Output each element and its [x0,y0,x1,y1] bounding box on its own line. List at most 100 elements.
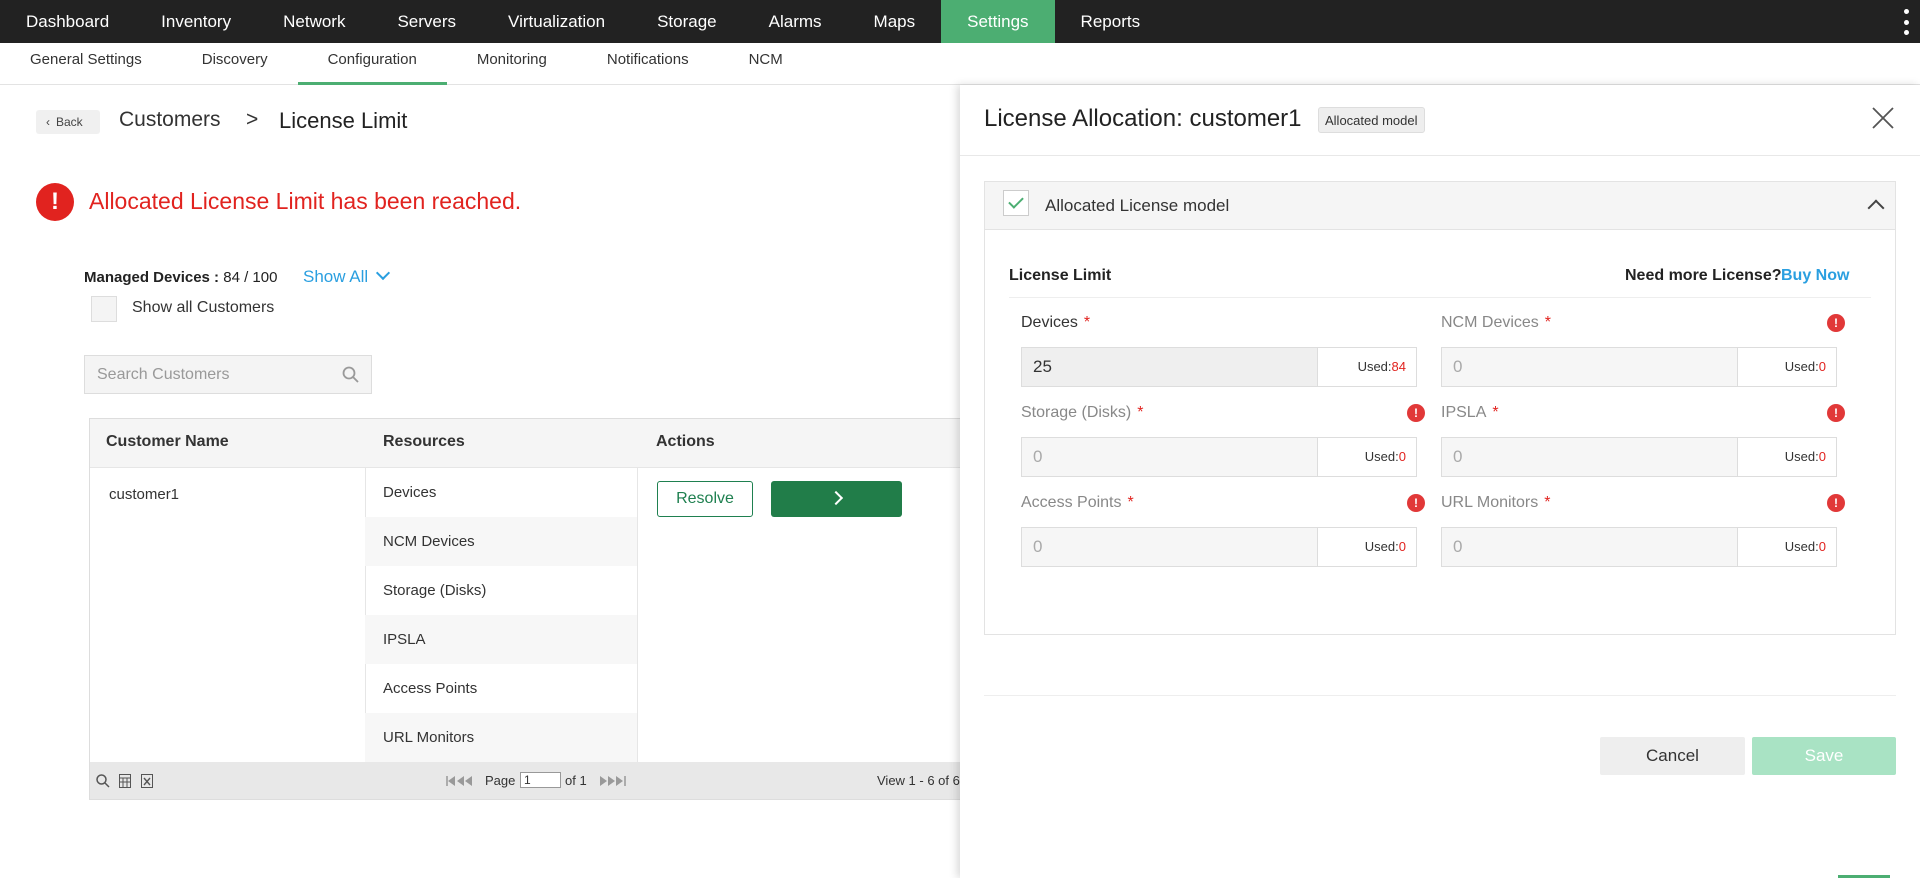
resource-row: NCM Devices [365,517,637,566]
table-pager: Page 1 of 1 View 1 - 6 of 6 [90,762,968,799]
nav-maps[interactable]: Maps [848,0,942,43]
error-icon: ! [1827,494,1845,512]
url-monitors-input[interactable]: 0 [1441,527,1738,567]
subnav-configuration[interactable]: Configuration [297,43,447,85]
alert-icon: ! [36,183,74,221]
subnav-discovery[interactable]: Discovery [172,43,298,85]
error-icon: ! [1407,494,1425,512]
col-actions: Actions [656,433,715,450]
nav-alarms[interactable]: Alarms [743,0,848,43]
ipsla-input[interactable]: 0 [1441,437,1738,477]
required-mark: * [1492,404,1499,421]
url-monitors-used: Used:0 [1738,527,1837,567]
export-excel-icon[interactable] [139,773,155,789]
search-icon[interactable] [95,773,111,789]
back-button[interactable]: ‹ Back [36,110,100,134]
more-menu-icon[interactable] [1904,9,1910,35]
view-range-label: View 1 - 6 of 6 [877,773,960,788]
chevron-right-icon [828,490,844,506]
nav-reports[interactable]: Reports [1055,0,1167,43]
url-monitors-label-text: URL Monitors [1441,494,1539,511]
breadcrumb-customers[interactable]: Customers [119,108,221,132]
required-mark: * [1137,404,1144,421]
access-points-input[interactable]: 0 [1021,527,1318,567]
resolve-button[interactable]: Resolve [657,481,753,517]
chevron-up-icon[interactable] [1867,199,1885,217]
used-value: 0 [1818,359,1826,374]
allocated-model-badge: Allocated model [1318,107,1425,133]
customers-table: Customer Name Resources Actions customer… [89,418,969,800]
calculator-icon[interactable] [117,773,133,789]
nav-storage[interactable]: Storage [631,0,743,43]
section-header[interactable]: Allocated License model [985,182,1895,230]
nav-settings[interactable]: Settings [941,0,1055,43]
url-monitors-label: URL Monitors * [1441,494,1550,512]
resource-row: URL Monitors [365,713,637,762]
alert-message: Allocated License Limit has been reached… [89,188,522,214]
allocated-license-section: Allocated License model License Limit Ne… [984,181,1896,635]
storage-disks-label-text: Storage (Disks) [1021,404,1132,421]
subnav-notifications[interactable]: Notifications [577,43,719,85]
required-mark: * [1544,494,1551,511]
sub-nav: General Settings Discovery Configuration… [0,43,1920,85]
show-all-customers-checkbox[interactable] [91,296,117,322]
nav-network[interactable]: Network [257,0,371,43]
nav-servers[interactable]: Servers [371,0,482,43]
next-button[interactable] [771,481,902,517]
ncm-devices-input[interactable]: 0 [1441,347,1738,387]
need-more-license-label: Need more License? [1625,267,1782,284]
subnav-general-settings[interactable]: General Settings [0,43,172,85]
cancel-button[interactable]: Cancel [1600,737,1745,775]
managed-devices-label: Managed Devices : [84,269,220,286]
chevron-down-icon [376,265,391,281]
required-mark: * [1083,314,1091,331]
nav-inventory[interactable]: Inventory [135,0,257,43]
save-button[interactable]: Save [1752,737,1896,775]
top-nav: Dashboard Inventory Network Servers Virt… [0,0,1920,43]
check-icon [1008,193,1024,209]
ipsla-label: IPSLA * [1441,404,1499,422]
chevron-left-icon: ‹ [46,115,50,129]
search-icon[interactable] [342,366,359,383]
license-limit-label: License Limit [1009,267,1112,284]
first-prev-page-icon[interactable] [444,773,480,789]
ipsla-label-text: IPSLA [1441,404,1487,421]
devices-input[interactable]: 25 [1021,347,1318,387]
nav-virtualization[interactable]: Virtualization [482,0,631,43]
next-last-page-icon[interactable] [592,773,628,789]
managed-devices-value: 84 / 100 [223,269,278,286]
page-number-input[interactable]: 1 [520,772,561,788]
error-icon: ! [1827,314,1845,332]
search-input[interactable]: Search Customers [84,355,372,394]
resource-row: IPSLA [365,615,637,664]
page-of-label: of 1 [565,773,587,788]
license-allocation-panel: License Allocation: customer1 Allocated … [960,85,1920,878]
breadcrumb-separator: > [246,108,259,131]
storage-disks-used: Used:0 [1318,437,1417,477]
show-all-link[interactable]: Show All [303,265,391,287]
devices-label: Devices * [1021,314,1090,332]
table-header: Customer Name Resources Actions [90,419,968,468]
used-value: 0 [1398,449,1406,464]
storage-disks-input[interactable]: 0 [1021,437,1318,477]
required-mark: * [1127,494,1134,511]
divider [984,695,1896,696]
used-label: Used: [1784,449,1819,464]
subnav-monitoring[interactable]: Monitoring [447,43,577,85]
buy-now-link[interactable]: Buy Now [1781,267,1849,285]
used-value: 0 [1818,449,1826,464]
ncm-devices-label: NCM Devices * [1441,314,1551,332]
used-label: Used: [1364,539,1399,554]
devices-used: Used:84 [1318,347,1417,387]
used-label: Used: [1357,359,1392,374]
managed-devices: Managed Devices : 84 / 100 [84,269,277,286]
access-points-label: Access Points * [1021,494,1134,512]
resource-row: Access Points [383,680,478,697]
error-icon: ! [1407,404,1425,422]
close-icon[interactable] [1870,105,1896,131]
subnav-ncm[interactable]: NCM [719,43,813,85]
used-value: 0 [1398,539,1406,554]
allocated-license-checkbox[interactable] [1003,190,1029,216]
used-label: Used: [1364,449,1399,464]
nav-dashboard[interactable]: Dashboard [0,0,135,43]
